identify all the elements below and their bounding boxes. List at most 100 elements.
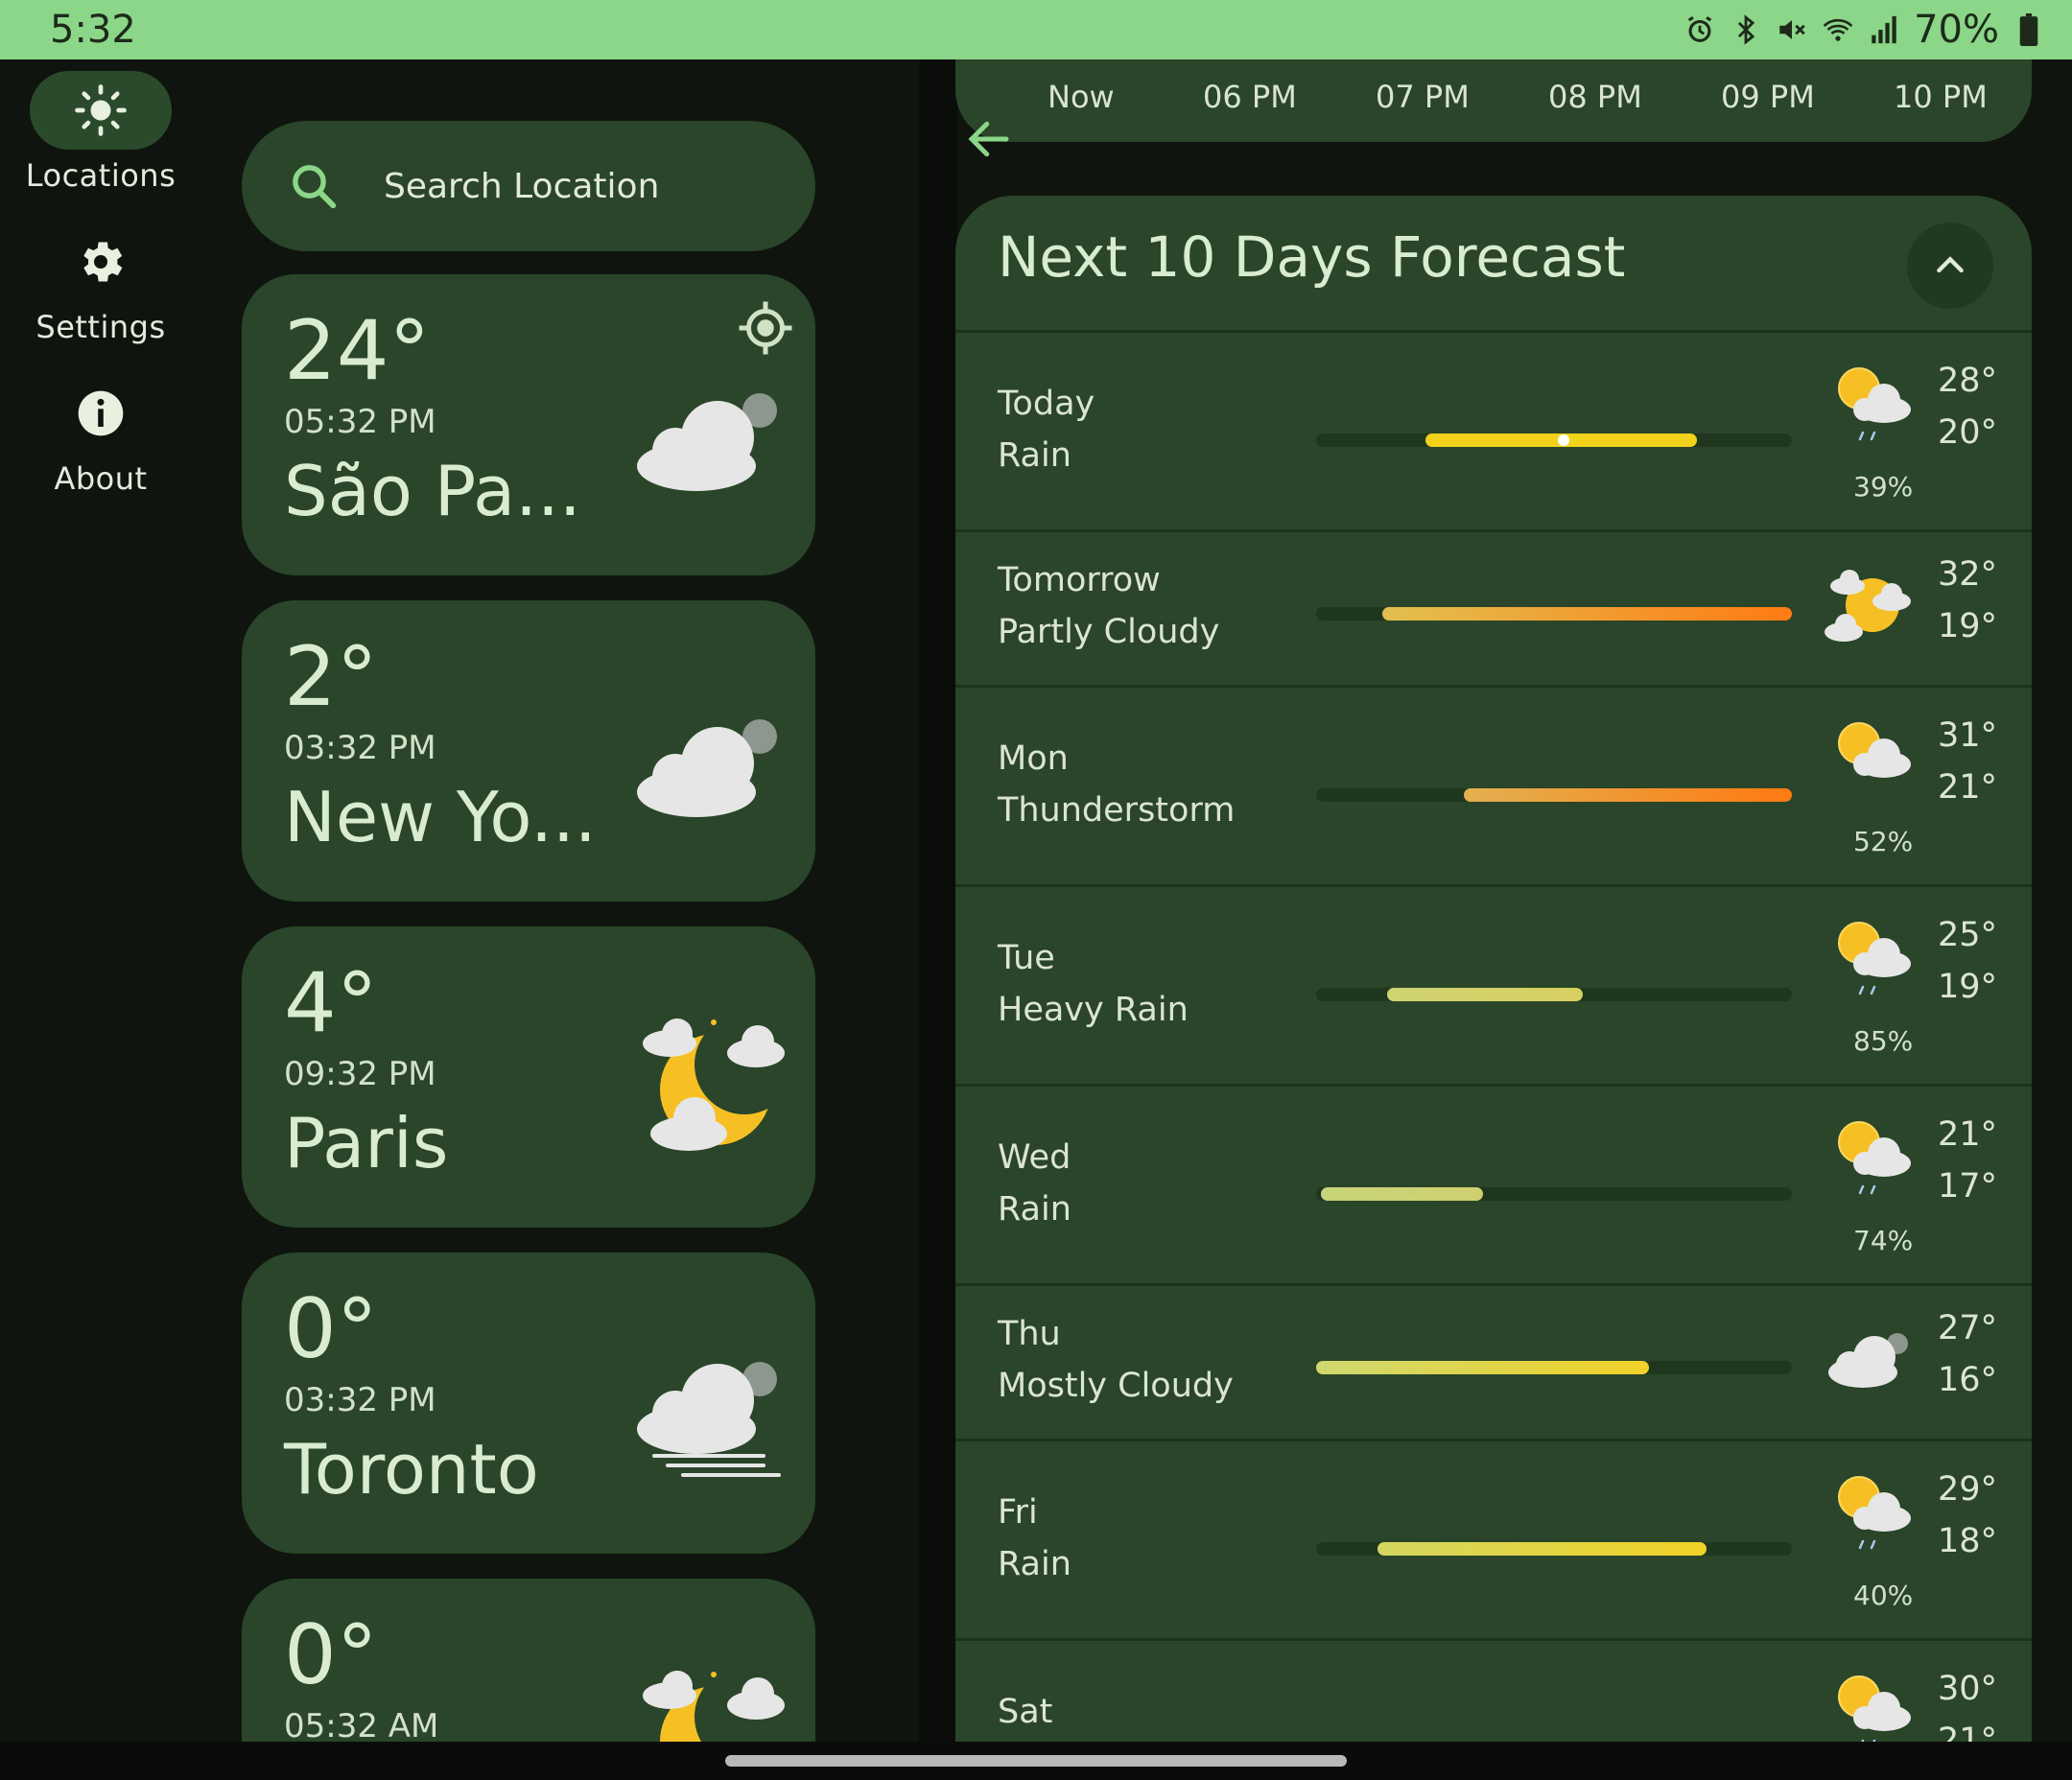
ten-day-forecast-card: Next 10 Days Forecast Today Rain 39% 28°… bbox=[955, 196, 2032, 1742]
temp-range-bar bbox=[1316, 1361, 1792, 1374]
location-time: 05:32 AM bbox=[284, 1707, 439, 1742]
search-icon bbox=[293, 165, 337, 209]
gesture-bar bbox=[0, 1742, 2072, 1780]
chevron-up-icon bbox=[1937, 256, 1964, 273]
low-temp: 19° bbox=[1938, 607, 1998, 645]
navigation-rail: Locations Settings About bbox=[0, 59, 201, 1742]
high-temp: 31° bbox=[1938, 716, 1998, 755]
hour-label: 06 PM bbox=[1203, 79, 1297, 115]
nav-item-settings[interactable]: Settings bbox=[0, 222, 201, 345]
temp-range-bar bbox=[1316, 607, 1792, 621]
high-temp: 29° bbox=[1938, 1470, 1998, 1509]
location-city: Toronto bbox=[284, 1429, 539, 1510]
high-temp: 27° bbox=[1938, 1309, 1998, 1347]
forecast-row-tomorrow[interactable]: Tomorrow Partly Cloudy 32° 19° bbox=[955, 529, 2032, 685]
my-location-icon bbox=[739, 301, 792, 355]
forecast-day: Sat bbox=[998, 1693, 1053, 1731]
cloudy-icon bbox=[637, 719, 777, 817]
temp-range-bar bbox=[1316, 988, 1792, 1001]
search-location-bar[interactable]: Search Location bbox=[242, 121, 815, 251]
low-temp: 19° bbox=[1938, 968, 1998, 1006]
sun-icon bbox=[75, 84, 127, 136]
low-temp: 16° bbox=[1938, 1361, 1998, 1399]
mute-icon bbox=[1776, 13, 1808, 46]
forecast-title: Next 10 Days Forecast bbox=[998, 224, 1626, 290]
temp-range-bar bbox=[1316, 788, 1792, 802]
status-bar: 5:32 70% bbox=[0, 0, 2072, 59]
location-time: 09:32 PM bbox=[284, 1055, 436, 1093]
partly-cloudy-icon bbox=[1825, 570, 1911, 642]
location-time: 05:32 PM bbox=[284, 403, 436, 441]
forecast-row-sat[interactable]: Sat 30° 21° bbox=[955, 1638, 2032, 1742]
precipitation-chance: 85% bbox=[1853, 1025, 1914, 1057]
home-gesture-handle[interactable] bbox=[725, 1755, 1347, 1767]
location-temp: 24° bbox=[284, 303, 431, 399]
temp-range-bar bbox=[1316, 433, 1792, 447]
high-temp: 28° bbox=[1938, 362, 1998, 400]
nav-locations-pill[interactable] bbox=[30, 71, 172, 150]
high-temp: 25° bbox=[1938, 916, 1998, 954]
hour-label: 08 PM bbox=[1548, 79, 1642, 115]
collapse-button[interactable] bbox=[1907, 222, 1993, 309]
sun-cloud-rain-icon bbox=[1838, 1675, 1911, 1742]
status-time: 5:32 bbox=[50, 8, 136, 52]
location-card-sao-paulo[interactable]: 24° 05:32 PM São Pa... bbox=[242, 274, 815, 575]
precipitation-chance: 74% bbox=[1853, 1225, 1914, 1256]
low-temp: 21° bbox=[1938, 768, 1998, 807]
forecast-day: Tue bbox=[998, 939, 1055, 977]
temp-range-fill bbox=[1377, 1542, 1707, 1556]
nav-settings-label: Settings bbox=[35, 309, 166, 345]
forecast-day: Today bbox=[998, 385, 1095, 423]
forecast-day: Wed bbox=[998, 1138, 1071, 1177]
nav-about-label: About bbox=[54, 460, 148, 497]
low-temp: 21° bbox=[1938, 1721, 1998, 1742]
forecast-row-mon[interactable]: Mon Thunderstorm 52% 31° 21° bbox=[955, 685, 2032, 884]
cloudy-icon bbox=[637, 393, 777, 491]
precipitation-chance: 39% bbox=[1853, 471, 1914, 503]
high-temp: 21° bbox=[1938, 1115, 1998, 1154]
temp-range-fill bbox=[1387, 988, 1583, 1001]
forecast-condition: Rain bbox=[998, 1190, 1071, 1229]
back-arrow-icon[interactable] bbox=[963, 113, 1015, 165]
location-city: São Pa... bbox=[284, 451, 581, 531]
nav-about-pill[interactable] bbox=[30, 374, 172, 453]
forecast-condition: Heavy Rain bbox=[998, 991, 1189, 1029]
forecast-day: Thu bbox=[998, 1315, 1061, 1353]
nav-item-locations[interactable]: Locations bbox=[0, 71, 201, 194]
hour-label: Now bbox=[1048, 79, 1115, 115]
alarm-icon bbox=[1684, 13, 1716, 46]
current-temp-marker bbox=[1557, 434, 1569, 446]
forecast-row-today[interactable]: Today Rain 39% 28° 20° bbox=[955, 330, 2032, 529]
location-temp: 2° bbox=[284, 629, 378, 725]
location-card-toronto[interactable]: 0° 03:32 PM Toronto bbox=[242, 1253, 815, 1554]
forecast-condition: Thunderstorm bbox=[998, 791, 1236, 830]
location-card-new-york[interactable]: 2° 03:32 PM New Yo... bbox=[242, 600, 815, 902]
nav-settings-pill[interactable] bbox=[30, 222, 172, 301]
location-city: Paris bbox=[284, 1103, 449, 1183]
forecast-day: Mon bbox=[998, 739, 1069, 778]
temp-range-fill bbox=[1382, 607, 1792, 621]
location-temp: 0° bbox=[284, 1607, 378, 1703]
location-card-paris[interactable]: 4° 09:32 PM Paris bbox=[242, 926, 815, 1228]
pane-divider bbox=[919, 59, 957, 1742]
hourly-forecast-strip[interactable]: Now 06 PM 07 PM 08 PM 09 PM 10 PM bbox=[955, 59, 2032, 142]
forecast-row-thu[interactable]: Thu Mostly Cloudy 27° 16° bbox=[955, 1283, 2032, 1439]
location-card-5[interactable]: 0° 05:32 AM bbox=[242, 1579, 815, 1742]
forecast-day: Tomorrow bbox=[998, 561, 1161, 599]
low-temp: 20° bbox=[1938, 413, 1998, 452]
bluetooth-icon bbox=[1730, 13, 1762, 46]
sun-cloud-rain-icon bbox=[1838, 367, 1911, 441]
nav-locations-label: Locations bbox=[25, 157, 177, 194]
sun-cloud-rain-icon bbox=[1838, 1476, 1911, 1550]
forecast-row-wed[interactable]: Wed Rain 74% 21° 17° bbox=[955, 1084, 2032, 1283]
forecast-row-tue[interactable]: Tue Heavy Rain 85% 25° 19° bbox=[955, 884, 2032, 1084]
cloudy-icon bbox=[1828, 1333, 1908, 1388]
temp-range-bar bbox=[1316, 1542, 1792, 1556]
nav-item-about[interactable]: About bbox=[0, 374, 201, 497]
temp-range-fill bbox=[1463, 788, 1792, 802]
search-placeholder: Search Location bbox=[384, 166, 660, 206]
hour-label: 09 PM bbox=[1721, 79, 1815, 115]
forecast-row-fri[interactable]: Fri Rain 40% 29° 18° bbox=[955, 1439, 2032, 1638]
gear-icon bbox=[83, 242, 123, 282]
info-icon bbox=[78, 390, 124, 436]
